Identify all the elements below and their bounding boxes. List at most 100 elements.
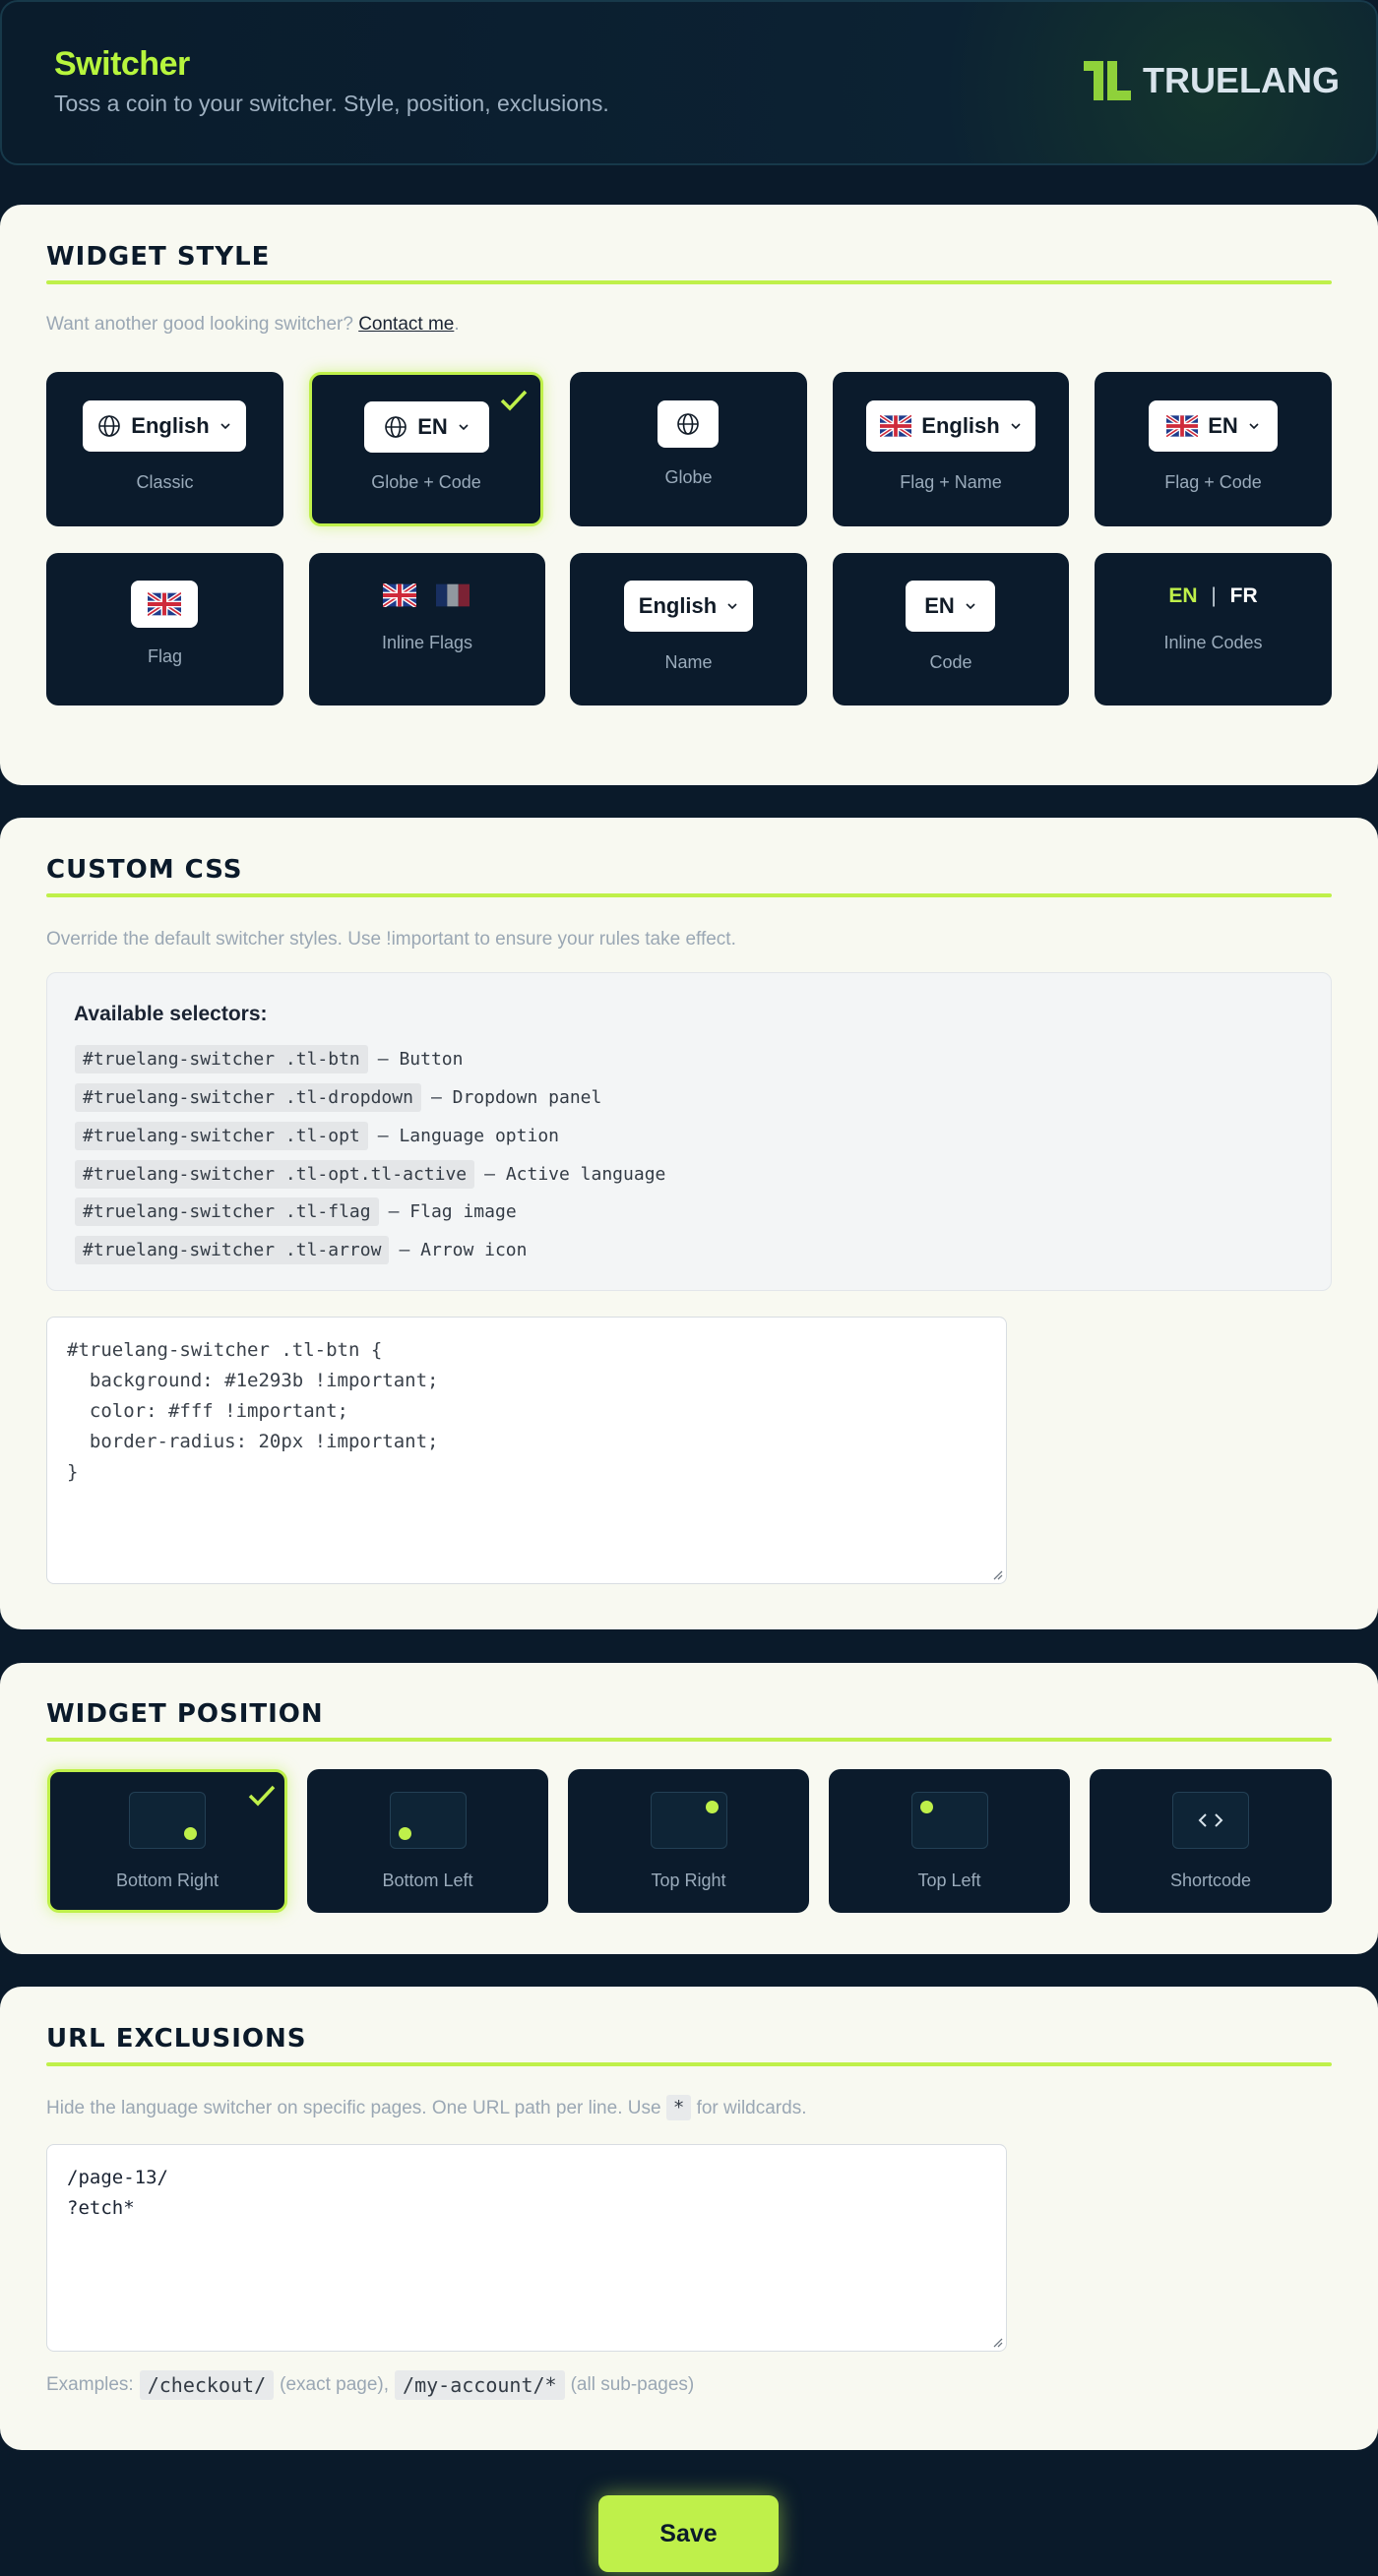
globe-icon bbox=[677, 413, 699, 435]
position-option-shortcode[interactable]: Shortcode bbox=[1090, 1769, 1332, 1913]
style-option-flag[interactable]: Flag bbox=[46, 553, 283, 705]
custom-css-editor[interactable]: #truelang-switcher .tl-btn { background:… bbox=[46, 1317, 1007, 1584]
logo-text: TRUELANG bbox=[1143, 60, 1340, 100]
selector-desc: — Active language bbox=[484, 1164, 666, 1185]
example-code: /my-account/* bbox=[395, 2370, 565, 2400]
widget-position-section: WIDGET POSITION Bottom Right Bottom Left… bbox=[0, 1663, 1378, 1954]
chevron-down-icon bbox=[966, 603, 975, 610]
examples-label: Examples: bbox=[46, 2374, 134, 2395]
chevron-down-icon bbox=[220, 423, 230, 430]
custom-css-hint: Override the default switcher styles. Us… bbox=[46, 929, 736, 950]
selector-code: #truelang-switcher .tl-opt.tl-active bbox=[75, 1160, 475, 1189]
preview-text: English bbox=[131, 413, 210, 438]
preview-text: English bbox=[638, 593, 718, 618]
preview-text: English bbox=[921, 413, 1000, 438]
option-label: Classic bbox=[136, 472, 194, 492]
selector-desc: — Language option bbox=[377, 1126, 559, 1146]
position-option-top-left[interactable]: Top Left bbox=[829, 1769, 1070, 1913]
hint-text: Want another good looking switcher? bbox=[46, 314, 359, 335]
widget-style-hint: Want another good looking switcher? Cont… bbox=[46, 314, 460, 336]
resize-grip-icon[interactable] bbox=[991, 1568, 1003, 1580]
example-code: /checkout/ bbox=[139, 2370, 275, 2400]
option-label: Flag bbox=[147, 646, 182, 666]
url-exclusions-hint: Hide the language switcher on specific p… bbox=[46, 2095, 807, 2120]
checkmark-icon bbox=[248, 1785, 276, 1807]
switcher-preview bbox=[131, 581, 198, 628]
section-divider bbox=[46, 2062, 1332, 2066]
section-divider bbox=[46, 1738, 1332, 1742]
position-option-top-right[interactable]: Top Right bbox=[568, 1769, 809, 1913]
page-header: Switcher Toss a coin to your switcher. S… bbox=[0, 0, 1378, 165]
uk-flag-icon bbox=[880, 415, 912, 437]
position-option-bottom-left[interactable]: Bottom Left bbox=[307, 1769, 548, 1913]
switcher-preview: EN bbox=[906, 581, 995, 632]
section-title: URL EXCLUSIONS bbox=[46, 2024, 307, 2054]
option-label: Inline Codes bbox=[1163, 633, 1263, 652]
selector-code: #truelang-switcher .tl-dropdown bbox=[75, 1083, 421, 1112]
switcher-preview bbox=[658, 400, 719, 448]
selector-desc: — Arrow icon bbox=[399, 1240, 528, 1260]
option-label: Bottom Left bbox=[382, 1871, 473, 1890]
switcher-preview: English bbox=[866, 400, 1035, 452]
chevron-down-icon bbox=[1011, 423, 1021, 430]
position-dot bbox=[919, 1801, 933, 1813]
selector-row: #truelang-switcher .tl-arrow — Arrow icon bbox=[75, 1236, 527, 1264]
option-label: Bottom Right bbox=[115, 1871, 219, 1890]
checkmark-icon bbox=[500, 390, 528, 411]
contact-link[interactable]: Contact me bbox=[358, 314, 454, 335]
section-title: WIDGET STYLE bbox=[46, 242, 271, 272]
page-title: Switcher bbox=[54, 45, 190, 83]
example-note: (exact page), bbox=[280, 2374, 390, 2395]
section-title: CUSTOM CSS bbox=[46, 855, 243, 885]
position-dot bbox=[184, 1827, 197, 1840]
chevron-down-icon bbox=[727, 603, 737, 610]
truelang-logo-icon bbox=[1084, 61, 1131, 100]
selector-code: #truelang-switcher .tl-btn bbox=[75, 1045, 368, 1073]
option-label: Globe bbox=[664, 467, 713, 487]
option-label: Globe + Code bbox=[371, 472, 481, 492]
example-note: (all sub-pages) bbox=[570, 2374, 695, 2395]
url-exclusions-editor[interactable]: /page-13/ ?etch* bbox=[46, 2144, 1007, 2352]
save-button[interactable]: Save bbox=[598, 2495, 779, 2572]
wildcard-code: * bbox=[665, 2095, 692, 2120]
option-label: Flag + Code bbox=[1164, 472, 1262, 492]
style-option-globe-code[interactable]: EN Globe + Code bbox=[309, 372, 543, 526]
style-option-flag-name[interactable]: English Flag + Name bbox=[833, 372, 1069, 526]
truelang-logo: TRUELANG bbox=[1082, 59, 1340, 102]
inline-codes-preview: EN | FR bbox=[1095, 584, 1332, 608]
page-subtitle: Toss a coin to your switcher. Style, pos… bbox=[54, 91, 609, 116]
style-option-globe[interactable]: Globe bbox=[570, 372, 807, 526]
style-option-flag-code[interactable]: EN Flag + Code bbox=[1095, 372, 1332, 526]
url-exclusions-section: URL EXCLUSIONS Hide the language switche… bbox=[0, 1987, 1378, 2450]
code-en: EN bbox=[1168, 584, 1198, 607]
switcher-preview: English bbox=[83, 400, 246, 452]
preview-text: EN bbox=[417, 414, 448, 439]
preview-text: EN bbox=[924, 593, 955, 618]
selectors-panel: Available selectors: #truelang-switcher … bbox=[46, 972, 1332, 1291]
uk-flag-icon bbox=[383, 583, 416, 607]
position-option-bottom-right[interactable]: Bottom Right bbox=[47, 1769, 287, 1913]
france-flag-icon bbox=[436, 583, 470, 607]
selector-code: #truelang-switcher .tl-opt bbox=[75, 1122, 368, 1150]
uk-flag-icon bbox=[148, 592, 181, 616]
style-option-classic[interactable]: English Classic bbox=[46, 372, 283, 526]
option-label: Inline Flags bbox=[381, 633, 473, 652]
code-separator: | bbox=[1211, 584, 1217, 607]
position-preview bbox=[1172, 1792, 1249, 1849]
option-label: Flag + Name bbox=[900, 472, 1002, 492]
style-option-inline-flags[interactable]: Inline Flags bbox=[309, 553, 545, 705]
selector-code: #truelang-switcher .tl-arrow bbox=[75, 1236, 390, 1264]
style-option-inline-codes[interactable]: EN | FR Inline Codes bbox=[1095, 553, 1332, 705]
resize-grip-icon[interactable] bbox=[991, 2336, 1003, 2348]
switcher-preview: EN bbox=[1149, 400, 1278, 452]
widget-style-section: WIDGET STYLE Want another good looking s… bbox=[0, 205, 1378, 785]
code-brackets-icon bbox=[1198, 1813, 1223, 1827]
position-preview bbox=[650, 1792, 727, 1849]
hint-suffix: for wildcards. bbox=[696, 2098, 807, 2118]
style-option-code[interactable]: EN Code bbox=[833, 553, 1069, 705]
style-option-name[interactable]: English Name bbox=[570, 553, 807, 705]
selector-row: #truelang-switcher .tl-flag — Flag image bbox=[75, 1197, 517, 1226]
selector-desc: — Dropdown panel bbox=[430, 1087, 602, 1108]
selector-code: #truelang-switcher .tl-flag bbox=[75, 1197, 379, 1226]
hint-text: Hide the language switcher on specific p… bbox=[46, 2098, 661, 2118]
